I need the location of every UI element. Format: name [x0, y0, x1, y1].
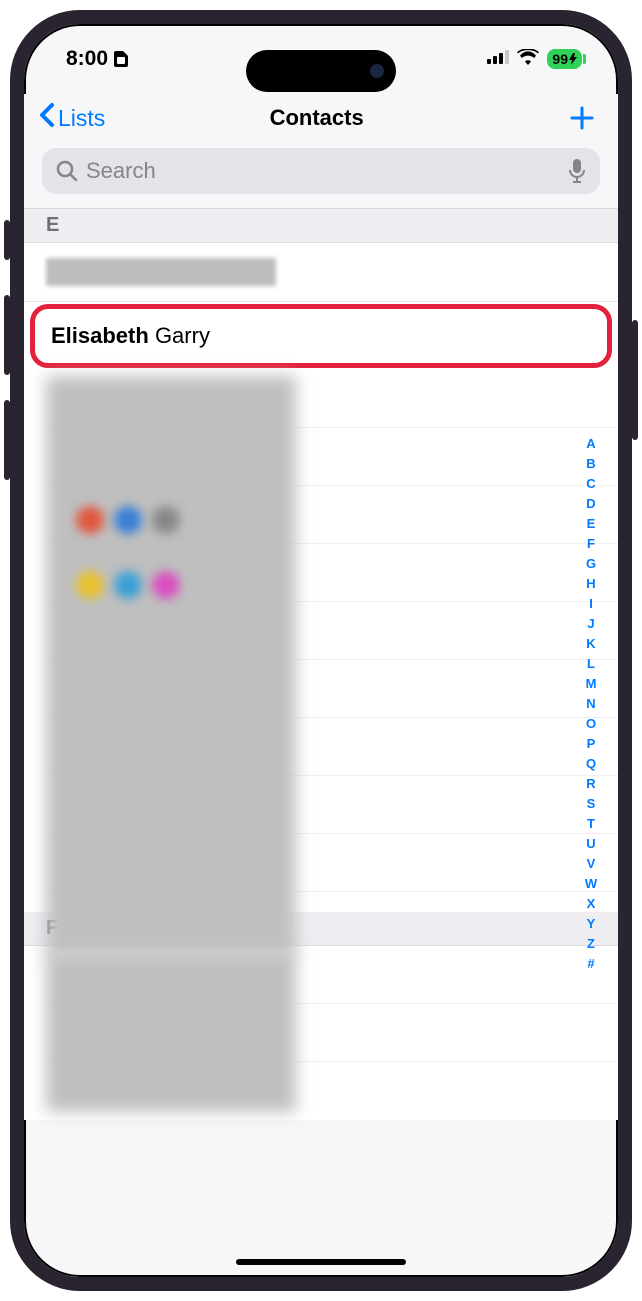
dynamic-island: [246, 50, 396, 92]
plus-icon: [568, 104, 596, 132]
index-letter[interactable]: J: [582, 614, 600, 634]
index-letter[interactable]: S: [582, 794, 600, 814]
index-letter[interactable]: E: [582, 514, 600, 534]
search-input[interactable]: Search: [42, 148, 600, 194]
alphabet-index[interactable]: A B C D E F G H I J K L M N O P Q R S T …: [582, 434, 600, 974]
index-letter[interactable]: #: [582, 954, 600, 974]
chevron-left-icon: [38, 102, 56, 134]
redacted-block: [46, 376, 296, 956]
index-letter[interactable]: O: [582, 714, 600, 734]
dictate-button[interactable]: [568, 158, 586, 184]
phone-screen: 8:00 99 Lists Contacts: [10, 10, 632, 1291]
index-letter[interactable]: Y: [582, 914, 600, 934]
redacted-block: [46, 952, 296, 1112]
redacted-contact: [46, 258, 276, 286]
index-letter[interactable]: R: [582, 774, 600, 794]
search-placeholder: Search: [86, 158, 560, 184]
index-letter[interactable]: V: [582, 854, 600, 874]
wifi-icon: [517, 49, 539, 70]
search-container: Search: [24, 148, 618, 209]
index-letter[interactable]: L: [582, 654, 600, 674]
battery-percent: 99: [552, 51, 568, 67]
contact-name: Elisabeth Garry: [51, 323, 210, 349]
index-letter[interactable]: M: [582, 674, 600, 694]
cellular-signal-icon: [487, 50, 509, 69]
contact-list[interactable]: Elisabeth Garry: [24, 243, 618, 1120]
search-icon: [56, 160, 78, 182]
contact-last-name: Garry: [155, 323, 210, 348]
index-letter[interactable]: C: [582, 474, 600, 494]
index-letter[interactable]: A: [582, 434, 600, 454]
contact-row-highlighted[interactable]: Elisabeth Garry: [30, 304, 612, 368]
section-header-e: E: [24, 209, 618, 243]
battery-indicator: 99: [547, 49, 582, 69]
index-letter[interactable]: P: [582, 734, 600, 754]
add-contact-button[interactable]: [568, 104, 596, 132]
side-button[interactable]: [632, 320, 638, 440]
page-title: Contacts: [65, 105, 568, 131]
contact-row[interactable]: [24, 243, 618, 302]
index-letter[interactable]: Q: [582, 754, 600, 774]
sim-icon: [114, 51, 128, 67]
index-letter[interactable]: H: [582, 574, 600, 594]
index-letter[interactable]: W: [582, 874, 600, 894]
index-letter[interactable]: B: [582, 454, 600, 474]
contact-first-name: Elisabeth: [51, 323, 149, 348]
index-letter[interactable]: G: [582, 554, 600, 574]
navigation-bar: Lists Contacts: [24, 94, 618, 148]
microphone-icon: [568, 158, 586, 184]
index-letter[interactable]: T: [582, 814, 600, 834]
index-letter[interactable]: N: [582, 694, 600, 714]
index-letter[interactable]: Z: [582, 934, 600, 954]
index-letter[interactable]: I: [582, 594, 600, 614]
index-letter[interactable]: U: [582, 834, 600, 854]
home-indicator[interactable]: [236, 1259, 406, 1265]
index-letter[interactable]: F: [582, 534, 600, 554]
status-time: 8:00: [66, 47, 108, 71]
index-letter[interactable]: D: [582, 494, 600, 514]
index-letter[interactable]: X: [582, 894, 600, 914]
index-letter[interactable]: K: [582, 634, 600, 654]
